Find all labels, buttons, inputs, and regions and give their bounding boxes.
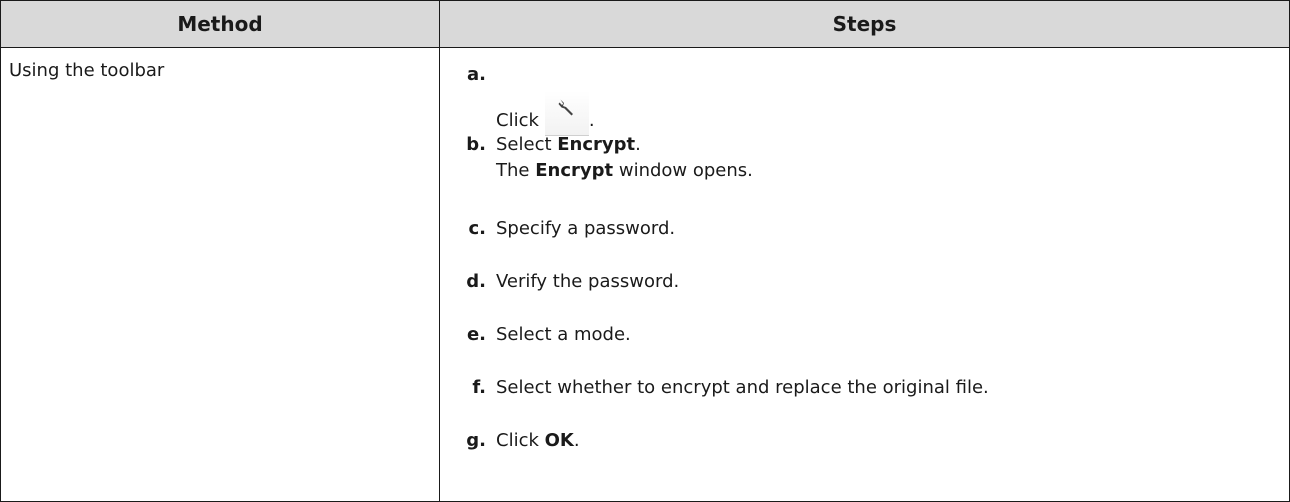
step-line-1: Select Encrypt. — [496, 132, 1289, 158]
step-e: e. Select a mode. — [440, 318, 1289, 371]
ok-label: OK — [544, 430, 574, 451]
encrypt-label: Encrypt — [557, 134, 636, 155]
column-header-steps: Steps — [439, 0, 1290, 48]
steps-list: a. Click. b. Select Encrypt. The Encrypt… — [440, 48, 1289, 454]
step-text: Verify the password. — [496, 271, 680, 292]
step-a: a. Click. — [440, 48, 1289, 136]
step-b: b. Select Encrypt. The Encrypt window op… — [440, 128, 1289, 212]
table-row: Using the toolbar a. Click. b. Select En… — [0, 47, 1290, 502]
step-d: d. Verify the password. — [440, 265, 1289, 318]
method-cell: Using the toolbar — [0, 47, 440, 502]
step-text-select: Select — [496, 134, 552, 155]
step-text-window-opens: window opens. — [618, 160, 753, 181]
encrypt-method-table: Method Steps Using the toolbar a. Click.… — [0, 0, 1290, 502]
step-f: f. Select whether to encrypt and replace… — [440, 371, 1289, 424]
step-text-period: . — [573, 430, 580, 451]
step-text: Select whether to encrypt and replace th… — [496, 377, 989, 398]
step-line-2: The Encrypt window opens. — [496, 158, 1289, 184]
step-text: Click OK. — [496, 424, 1289, 454]
step-text: Specify a password. — [496, 218, 676, 239]
step-letter: c. — [468, 218, 486, 239]
step-c: c. Specify a password. — [440, 212, 1289, 265]
step-text-period: . — [635, 134, 641, 155]
step-letter: b. — [466, 134, 486, 155]
step-letter: e. — [466, 324, 486, 345]
step-text-click: Click — [496, 430, 539, 451]
step-letter: g. — [466, 430, 486, 451]
step-letter: f. — [472, 377, 486, 398]
steps-cell: a. Click. b. Select Encrypt. The Encrypt… — [439, 47, 1290, 502]
step-text: Select a mode. — [496, 324, 631, 345]
table-header-row: Method Steps — [0, 0, 1290, 48]
column-header-method: Method — [0, 0, 440, 48]
step-text: Select Encrypt. The Encrypt window opens… — [496, 128, 1289, 184]
encrypt-window-label: Encrypt — [535, 160, 614, 181]
step-letter: a. — [467, 64, 486, 85]
step-text-the: The — [496, 160, 530, 181]
step-letter: d. — [466, 271, 486, 292]
step-g: g. Click OK. — [440, 424, 1289, 454]
